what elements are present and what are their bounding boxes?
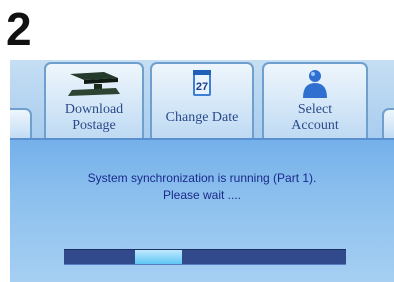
tab-download-postage[interactable]: Download Postage — [44, 62, 144, 142]
tab-download-postage-line2: Postage — [72, 118, 116, 133]
message-panel: System synchronization is running (Part … — [10, 138, 394, 282]
status-message-line1: System synchronization is running (Part … — [87, 171, 317, 185]
tab-select-account[interactable]: Select Account — [262, 62, 368, 142]
calendar-icon: 27 — [193, 70, 211, 96]
status-message-line2: Please wait .... — [162, 188, 242, 202]
step-number: 2 — [6, 3, 32, 55]
tab-select-account-line1: Select — [297, 102, 333, 117]
tab-change-date-label: Change Date — [165, 110, 239, 125]
tab-download-postage-line1: Download — [64, 102, 124, 117]
tab-bar: Download Postage 27 Change Date Select A… — [10, 60, 394, 142]
tab-partial-left[interactable] — [10, 108, 32, 142]
tab-partial-right[interactable] — [382, 108, 394, 142]
device-screen: Download Postage 27 Change Date Select A… — [10, 60, 394, 282]
progress-bar — [64, 249, 346, 265]
scale-icon — [68, 72, 120, 96]
person-icon — [303, 70, 327, 98]
progress-indicator — [134, 250, 183, 264]
status-message: System synchronization is running (Part … — [10, 170, 394, 204]
tab-change-date[interactable]: 27 Change Date — [150, 62, 254, 142]
tab-select-account-line2: Account — [291, 118, 339, 133]
svg-text:27: 27 — [196, 81, 208, 93]
